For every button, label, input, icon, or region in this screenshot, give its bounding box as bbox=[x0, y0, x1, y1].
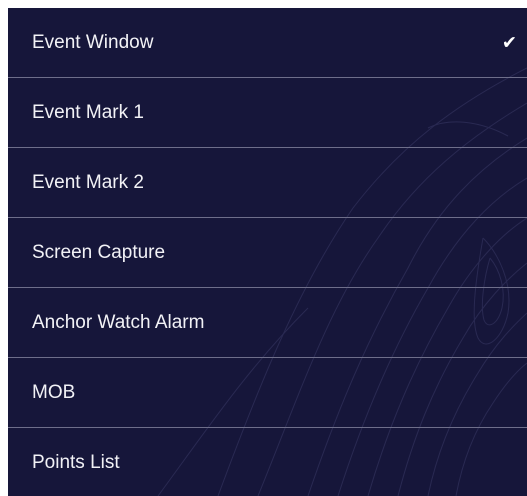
menu-item-event-window[interactable]: Event Window ✔ bbox=[8, 8, 527, 78]
menu-item-label: MOB bbox=[32, 381, 76, 403]
menu-item-label: Event Mark 2 bbox=[32, 171, 144, 193]
menu-item-mob[interactable]: MOB bbox=[8, 358, 527, 428]
menu-item-label: Screen Capture bbox=[32, 241, 166, 263]
menu-item-label: Event Window bbox=[32, 31, 154, 53]
menu-item-label: Event Mark 1 bbox=[32, 101, 144, 123]
menu-item-screen-capture[interactable]: Screen Capture bbox=[8, 218, 527, 288]
checkmark-icon: ✔ bbox=[501, 32, 517, 53]
menu-item-event-mark-1[interactable]: Event Mark 1 bbox=[8, 78, 527, 148]
menu-panel: Event Window ✔ Event Mark 1 Event Mark 2… bbox=[8, 8, 527, 496]
menu-list: Event Window ✔ Event Mark 1 Event Mark 2… bbox=[8, 8, 527, 496]
menu-item-points-list[interactable]: Points List bbox=[8, 428, 527, 496]
menu-item-label: Points List bbox=[32, 452, 120, 473]
menu-item-event-mark-2[interactable]: Event Mark 2 bbox=[8, 148, 527, 218]
menu-item-anchor-watch-alarm[interactable]: Anchor Watch Alarm bbox=[8, 288, 527, 358]
menu-item-label: Anchor Watch Alarm bbox=[32, 311, 205, 333]
